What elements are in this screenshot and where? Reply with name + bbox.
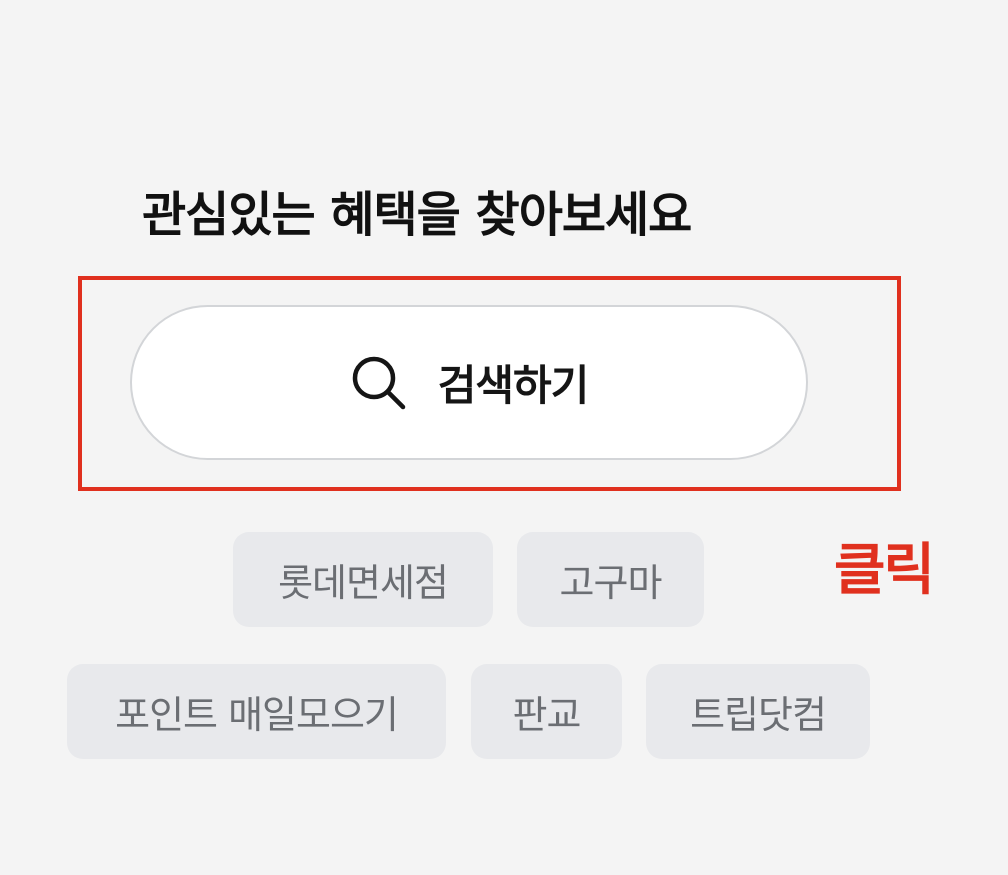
keyword-chip-lotte-duty-free[interactable]: 롯데면세점 bbox=[233, 532, 493, 627]
click-annotation: 클릭 bbox=[834, 538, 935, 603]
search-button[interactable]: 검색하기 bbox=[130, 305, 808, 460]
page-title: 관심있는 혜택을 찾아보세요 bbox=[142, 187, 692, 243]
keyword-chip-trip-com[interactable]: 트립닷컴 bbox=[646, 664, 870, 759]
keyword-chip-daily-points[interactable]: 포인트 매일모으기 bbox=[67, 664, 446, 759]
search-icon bbox=[350, 354, 408, 412]
search-button-label: 검색하기 bbox=[437, 361, 590, 410]
keyword-chip-sweet-potato[interactable]: 고구마 bbox=[517, 532, 704, 627]
keyword-chip-pangyo[interactable]: 판교 bbox=[471, 664, 622, 759]
